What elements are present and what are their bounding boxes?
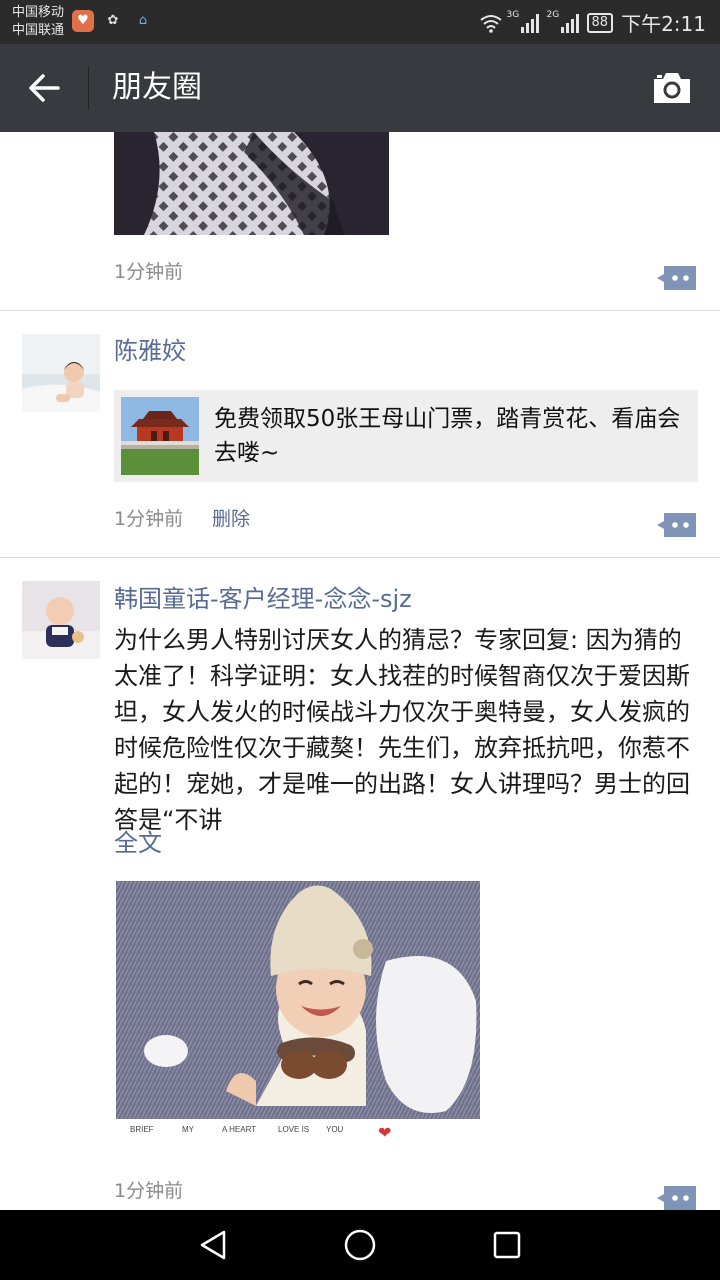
photo-caption: YOU — [326, 1125, 344, 1134]
network-type-2: 2G — [546, 9, 560, 20]
photo-woman-patterned-top — [114, 132, 389, 235]
post-text: 为什么男人特别讨厌女人的猜忌？专家回复: 因为猜的太准了！科学证明：女人找茬的时… — [114, 626, 690, 834]
photo-laughing-baby — [116, 881, 480, 1153]
avatar[interactable] — [22, 581, 100, 659]
author-name[interactable]: 韩国童话-客户经理-念念-sjz — [114, 583, 412, 615]
photo-caption-strip: BRIEF MY A HEART LOVE IS YOU ❤ — [116, 1119, 480, 1153]
wifi-icon — [479, 14, 502, 33]
comment-dots-icon — [657, 513, 696, 537]
photo-caption: BRIEF — [130, 1125, 154, 1134]
shared-link-thumbnail — [121, 397, 199, 475]
vpn-lock-icon: ⌂ — [138, 13, 148, 28]
heart-icon: ❤ — [378, 1123, 392, 1142]
moment-post: 陈雅姣 免费领取50张王母山门票，踏青赏花、看庙会去喽~ — [0, 311, 720, 557]
carrier-2: 中国联通 — [12, 23, 65, 38]
comment-button[interactable] — [656, 511, 698, 539]
photo-caption: A HEART — [222, 1125, 257, 1134]
avatar-baby-photo — [22, 581, 100, 659]
signal-icon-2: 2G — [547, 10, 579, 33]
delete-link[interactable]: 删除 — [212, 506, 250, 532]
page-title: 朋友圈 — [112, 70, 202, 105]
network-type-1: 3G — [506, 9, 520, 20]
moments-feed[interactable]: 1分钟前 陈雅姣 免费领取50张王母山门票，踏青赏花、看庙会去喽~ 1分钟前 删… — [0, 132, 720, 1210]
system-indicators: 3G 2G 88 下午2:11 — [479, 8, 706, 37]
post-time: 1分钟前 — [114, 508, 184, 530]
author-name[interactable]: 陈雅姣 — [114, 335, 186, 367]
back-button[interactable] — [24, 66, 68, 110]
square-recents-icon — [493, 1231, 521, 1259]
post-time: 1分钟前 — [114, 261, 184, 283]
comment-button[interactable] — [656, 1184, 698, 1210]
shared-link-card[interactable]: 免费领取50张王母山门票，踏青赏花、看庙会去喽~ — [114, 390, 698, 482]
status-bar: 中国移动 中国联通 ♥ ✿ ⌂ 3G 2G 88 下午2:11 — [0, 0, 720, 44]
avatar-child-photo — [22, 334, 100, 412]
moment-post: 1分钟前 — [0, 132, 720, 310]
arrow-left-icon — [29, 74, 60, 102]
title-bar: 朋友圈 — [0, 44, 720, 132]
app-notification-icon: ♥ — [72, 10, 94, 32]
nav-recents-button[interactable] — [487, 1225, 527, 1265]
system-navigation-bar — [0, 1210, 720, 1280]
carrier-1: 中国移动 — [12, 5, 65, 20]
photo-caption: LOVE IS — [278, 1125, 310, 1134]
comment-button[interactable] — [656, 264, 698, 292]
camera-button[interactable] — [650, 68, 694, 108]
triangle-back-icon — [200, 1230, 226, 1260]
nav-home-button[interactable] — [340, 1225, 380, 1265]
comment-dots-icon — [657, 266, 696, 290]
avatar[interactable] — [22, 334, 100, 412]
post-photo[interactable] — [114, 132, 389, 235]
status-time: 下午2:11 — [621, 12, 706, 36]
temple-photo — [121, 397, 199, 475]
notification-icons: ♥ ✿ ⌂ — [72, 10, 154, 32]
signal-icon-1: 3G — [507, 10, 539, 33]
photo-caption: MY — [182, 1125, 194, 1134]
comment-dots-icon — [657, 1186, 696, 1210]
circle-home-icon — [344, 1229, 376, 1261]
shared-link-title: 免费领取50张王母山门票，踏青赏花、看庙会去喽~ — [214, 406, 681, 466]
post-time: 1分钟前 — [114, 1180, 184, 1202]
carrier-names: 中国移动 中国联通 — [12, 4, 64, 40]
camera-icon — [654, 73, 690, 103]
huawei-icon: ✿ — [107, 13, 119, 28]
battery-icon: 88 — [586, 12, 614, 33]
post-photo[interactable]: BRIEF MY A HEART LOVE IS YOU ❤ — [116, 881, 480, 1153]
full-text-link[interactable]: 全文 — [114, 827, 162, 859]
header-divider — [88, 66, 89, 110]
nav-back-button[interactable] — [194, 1225, 234, 1265]
